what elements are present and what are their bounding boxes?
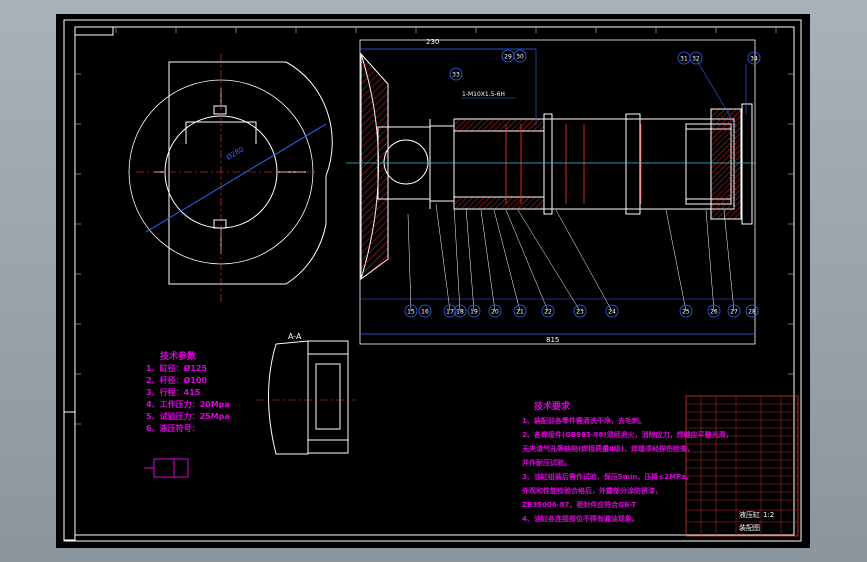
part-balloon-number: 33 [452, 72, 460, 79]
tech-params-title: 技术参数 [160, 352, 197, 362]
cad-viewport[interactable]: Ø280 230 815 1-M10X1.5-6H A-A 液压缸 装配图 1:… [0, 0, 867, 562]
part-balloon-number: 19 [470, 309, 478, 316]
part-balloon-number: 22 [544, 309, 552, 316]
part-balloon-number: 25 [682, 309, 690, 316]
part-balloon-number: 21 [516, 309, 524, 316]
part-balloon-number: 24 [608, 309, 616, 316]
hydraulic-symbol [144, 458, 189, 478]
drawing-sheet: Ø280 230 815 1-M10X1.5-6H A-A 液压缸 装配图 1:… [56, 14, 810, 548]
left-margin-strip [63, 411, 76, 541]
tech-req-line: 4、油缸各连接部位不得有漏油现象。 [522, 515, 639, 523]
part-balloon-number: 15 [407, 309, 415, 316]
dim-thread: 1-M10X1.5-6H [462, 91, 505, 98]
part-balloon-number: 32 [692, 56, 700, 63]
part-balloon-number: 23 [576, 309, 584, 316]
part-balloon-number: 30 [516, 54, 524, 61]
tech-req-line: 1、装配前各零件需清洗干净，去毛刺。 [522, 417, 646, 425]
tech-req-line: 3、油缸组装后需作试验，保压5min，压降≤2MPa。 [522, 473, 693, 481]
balloon-leaders [407, 203, 735, 312]
section-a-a [256, 340, 356, 455]
code-box [74, 26, 114, 36]
part-balloon-number: 17 [446, 309, 454, 316]
tech-req-line: 无夹渣气孔等缺陷(焊接质量Ⅱ级)，焊缝须经探伤检查， [522, 445, 695, 453]
part-balloon-number: 28 [748, 309, 756, 316]
tech-req-line: ZB35006-87，密封件应符合GB-T [522, 501, 637, 509]
svg-text:Ø280: Ø280 [225, 145, 245, 161]
part-balloon-number: 29 [504, 54, 512, 61]
tech-req-title: 技术要求 [534, 402, 571, 412]
assembly-view [346, 39, 756, 345]
end-view: Ø280 [128, 54, 333, 304]
dim-bottom: 815 [546, 336, 559, 344]
dim-top: 230 [426, 38, 439, 46]
tech-param-line: 6、液压符号： [146, 424, 200, 433]
tech-param-line: 5、试验压力：25Mpa [146, 412, 230, 421]
tech-req-line: 2、各焊接件(GB985-88)须经退火，消除应力，焊缝应平整光滑， [522, 431, 733, 439]
part-balloon-number: 34 [750, 56, 758, 63]
tech-req-line: 并作耐压试验。 [522, 459, 571, 467]
tech-param-line: 1、缸径：Ø125 [146, 364, 208, 373]
title-block-label-a: 液压缸 [739, 510, 760, 519]
title-block-scale: 1:2 [763, 511, 774, 519]
part-balloon-number: 27 [730, 309, 738, 316]
cad-drawing[interactable]: Ø280 230 815 1-M10X1.5-6H A-A 液压缸 装配图 1:… [56, 14, 810, 548]
part-balloon-number: 18 [456, 309, 464, 316]
part-balloon-number: 26 [710, 309, 718, 316]
title-block-label-b: 装配图 [739, 523, 760, 532]
tech-param-line: 2、杆径：Ø100 [146, 376, 208, 385]
part-balloon-number: 31 [680, 56, 688, 63]
part-balloon-number: 20 [491, 309, 499, 316]
tech-req-line: 外观和性能检验合格后，外露部分涂防锈漆， [522, 487, 662, 495]
part-balloon-number: 16 [421, 309, 429, 316]
outer-frame [63, 19, 802, 542]
section-label: A-A [288, 332, 302, 341]
tech-param-line: 3、行程：415 [146, 388, 201, 397]
tech-param-line: 4、工作压力：20Mpa [146, 400, 230, 409]
